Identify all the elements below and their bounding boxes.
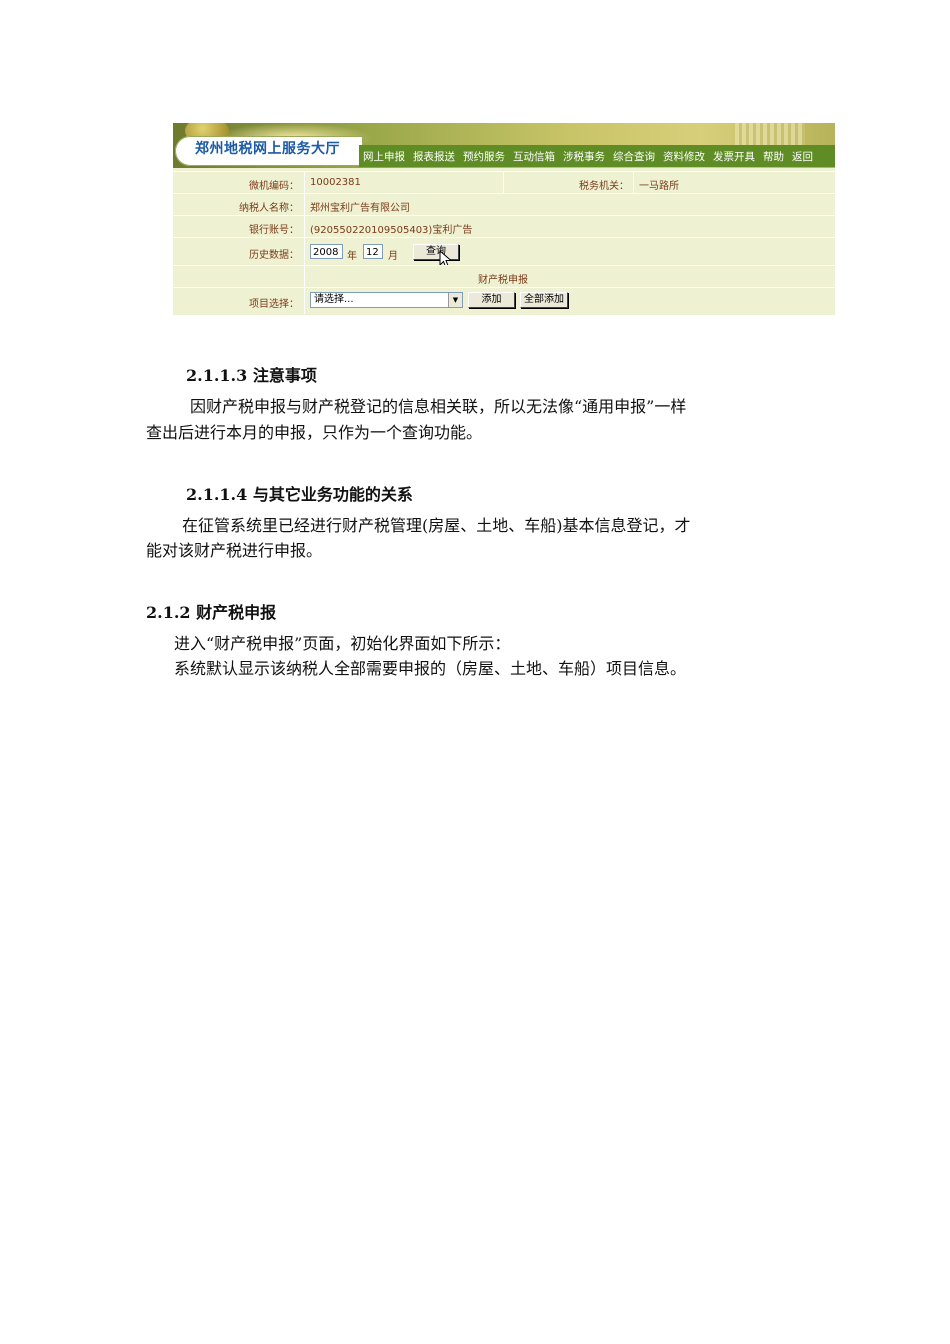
heading-property-tax: 2.1.2 财产税申报: [146, 603, 277, 622]
item-select[interactable]: 请选择... ▼: [310, 292, 463, 308]
item-select-label: 项目选择：: [249, 299, 299, 310]
dropdown-arrow-icon[interactable]: ▼: [448, 293, 462, 307]
nav-item-edit-profile[interactable]: 资料修改: [659, 149, 709, 164]
nav-item-mailbox[interactable]: 互动信箱: [509, 149, 559, 164]
para-relations-line1: 在征管系统里已经进行财产税管理(房屋、土地、车船)基本信息登记，才: [182, 516, 691, 535]
heading-notes: 2.1.1.3 注意事项: [186, 366, 317, 385]
nav-item-query[interactable]: 综合查询: [609, 149, 659, 164]
row-history: 历史数据： 2008 年 12 月 查询: [173, 237, 835, 269]
taxpayer-name-label: 纳税人名称：: [239, 203, 299, 214]
nav-item-invoice[interactable]: 发票开具: [709, 149, 759, 164]
machine-code-label: 微机编码：: [249, 181, 299, 192]
row-item-select: 项目选择： 请选择... ▼ 添加 全部添加: [173, 287, 835, 314]
month-input[interactable]: 12: [363, 244, 383, 259]
bank-account-label: 银行账号：: [249, 225, 299, 236]
portal-banner: 郑州地税网上服务大厅 网上申报 报表报送 预约服务 互动信箱 涉税事务 综合查询…: [173, 123, 835, 168]
nav-item-tax-affairs[interactable]: 涉税事务: [559, 149, 609, 164]
year-input[interactable]: 2008: [310, 244, 343, 259]
portal-screenshot: 郑州地税网上服务大厅 网上申报 报表报送 预约服务 互动信箱 涉税事务 综合查询…: [173, 123, 835, 315]
bank-account-value: (920550220109505403)宝利广告: [310, 225, 473, 236]
nav-item-help[interactable]: 帮助: [759, 149, 788, 164]
month-unit: 月: [388, 251, 398, 262]
nav-item-report-submit[interactable]: 报表报送: [409, 149, 459, 164]
taxpayer-name-value: 郑州宝利广告有限公司: [310, 203, 410, 214]
history-label: 历史数据：: [249, 250, 299, 261]
row-bank-account: 银行账号： (920550220109505403)宝利广告: [173, 215, 835, 238]
machine-code-value: 10002381: [310, 177, 361, 188]
para-property-tax-line2: 系统默认显示该纳税人全部需要申报的（房屋、土地、车船）项目信息。: [174, 659, 687, 678]
building-graphic-icon: [735, 123, 805, 145]
row-taxpayer-name: 纳税人名称： 郑州宝利广告有限公司: [173, 193, 835, 216]
nav-item-back[interactable]: 返回: [788, 149, 817, 164]
para-property-tax-line1: 进入“财产税申报”页面，初始化界面如下所示：: [174, 634, 511, 653]
add-all-button[interactable]: 全部添加: [520, 292, 568, 308]
year-unit: 年: [347, 251, 357, 262]
para-notes-line1: 因财产税申报与财产税登记的信息相关联，所以无法像“通用申报”一样: [190, 397, 687, 416]
nav-item-online-declare[interactable]: 网上申报: [359, 149, 409, 164]
section-title: 财产税申报: [478, 275, 528, 286]
row-machine-code: 微机编码： 10002381 税务机关： 一马路所: [173, 171, 835, 194]
nav-item-appointment[interactable]: 预约服务: [459, 149, 509, 164]
tax-office-value: 一马路所: [639, 181, 679, 192]
portal-nav: 网上申报 报表报送 预约服务 互动信箱 涉税事务 综合查询 资料修改 发票开具 …: [359, 145, 835, 167]
tax-office-label: 税务机关：: [579, 181, 629, 192]
para-notes-line2: 查出后进行本月的申报，只作为一个查询功能。: [146, 423, 483, 442]
row-section-title: 财产税申报: [173, 265, 835, 288]
portal-title: 郑州地税网上服务大厅: [195, 141, 340, 157]
para-relations-line2: 能对该财产税进行申报。: [146, 541, 323, 560]
item-select-value: 请选择...: [314, 294, 354, 305]
add-button[interactable]: 添加: [468, 292, 515, 308]
heading-relations: 2.1.1.4 与其它业务功能的关系: [186, 485, 413, 504]
